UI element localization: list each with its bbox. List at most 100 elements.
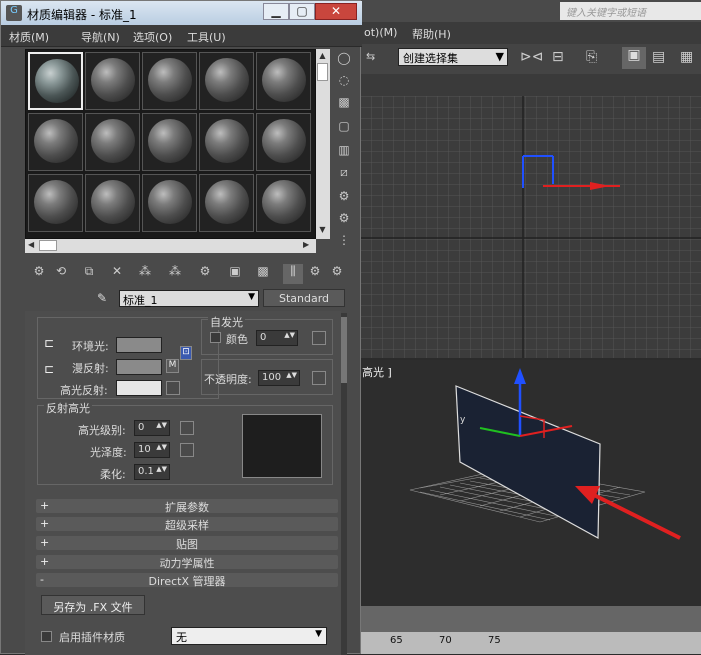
menu-utilities[interactable]: 工具(U) [187, 29, 226, 45]
select-by-material-icon[interactable]: ⚙ [334, 211, 354, 231]
specular-color-swatch[interactable] [116, 380, 162, 396]
assign-to-selection-icon[interactable]: ⧉ [79, 264, 99, 284]
save-fx-button[interactable]: 另存为 .FX 文件 [41, 595, 145, 615]
sample-slot[interactable] [256, 113, 311, 171]
self-illum-spinner[interactable]: 0 ▲▼ [256, 330, 298, 346]
video-color-check-icon[interactable]: ▥ [334, 143, 354, 163]
rollout-directx-manager[interactable]: - DirectX 管理器 [36, 573, 338, 588]
go-forward-sibling-icon[interactable]: ⚙ [327, 264, 347, 284]
sample-type-icon[interactable]: ◯ [334, 51, 354, 71]
params-scrollbar[interactable] [341, 313, 347, 655]
sample-slot[interactable] [142, 174, 197, 232]
material-editor-icon[interactable]: ▣ [622, 47, 646, 69]
sample-slot[interactable] [256, 52, 311, 110]
material-editor-titlebar[interactable]: G 材质编辑器 - 标准_1 ▁ ▢ ✕ [1, 1, 362, 25]
slots-horizontal-scrollbar[interactable]: ◀ ▶ [25, 239, 316, 253]
sample-slot[interactable] [142, 113, 197, 171]
backlight-icon[interactable]: ◌ [334, 73, 354, 93]
background-icon[interactable]: ▩ [334, 95, 354, 115]
menu-options[interactable]: 选项(O) [133, 29, 172, 45]
material-id-icon[interactable]: ▣ [225, 264, 245, 284]
scroll-up-icon[interactable]: ▲ [317, 51, 328, 61]
align-icon[interactable]: ⊟ [552, 49, 564, 65]
diffuse-color-swatch[interactable] [116, 359, 162, 375]
menu-help[interactable]: 帮助(H) [412, 26, 451, 42]
sample-slot[interactable] [85, 52, 140, 110]
scroll-thumb[interactable] [39, 240, 57, 251]
soften-spinner[interactable]: 0.1 ▲▼ [134, 464, 170, 480]
color-checkbox[interactable] [210, 332, 221, 343]
plugin-dropdown[interactable]: 无 ▼ [171, 627, 327, 645]
show-end-result-icon[interactable]: ⫼ [283, 264, 303, 284]
sample-slot[interactable] [199, 52, 254, 110]
search-input[interactable]: 键入关键字或短语 [560, 2, 701, 20]
minimize-button[interactable]: ▁ [263, 3, 289, 20]
rollout-extended-parameters[interactable]: + 扩展参数 [36, 499, 338, 514]
material-navigator-icon[interactable]: ⋮ [334, 233, 354, 253]
spinner-arrows-icon[interactable]: ▲▼ [156, 421, 167, 429]
options-icon[interactable]: ⚙ [334, 189, 354, 209]
viewport-perspective[interactable]: 高光 ] y [360, 360, 701, 606]
timeline[interactable]: 65 70 75 [360, 606, 701, 654]
get-material-icon[interactable]: ⚙ [29, 264, 49, 284]
sample-slot[interactable] [85, 174, 140, 232]
copy-material-icon[interactable]: ⁂ [135, 264, 155, 284]
material-name-field[interactable]: 标准_1 ▼ [119, 290, 259, 307]
glossiness-map-button[interactable] [180, 443, 194, 457]
scroll-left-icon[interactable]: ◀ [28, 240, 34, 249]
make-unique-icon[interactable]: ⁂ [165, 264, 185, 284]
self-illum-map-button[interactable] [312, 331, 326, 345]
layer-icon[interactable]: ⎘ [586, 49, 597, 65]
render-setup-icon[interactable]: ▤ [652, 49, 665, 65]
slots-vertical-scrollbar[interactable]: ▲ ▼ [316, 49, 330, 239]
put-to-scene-icon[interactable]: ⟲ [51, 264, 71, 284]
uv-tiling-icon[interactable]: ▢ [334, 119, 354, 139]
sample-slot[interactable] [85, 113, 140, 171]
rollout-dynamics[interactable]: + 动力学属性 [36, 555, 338, 570]
selection-set-dropdown[interactable]: 创建选择集 ▼ [398, 48, 508, 66]
viewport-top[interactable] [360, 96, 701, 358]
go-to-parent-icon[interactable]: ⚙ [305, 264, 325, 284]
spinner-arrows-icon[interactable]: ▲▼ [156, 465, 167, 473]
scroll-thumb[interactable] [317, 63, 328, 81]
menu-material[interactable]: 材质(M) [9, 29, 49, 45]
lock-icon[interactable]: ⊡ [180, 346, 192, 360]
scroll-down-icon[interactable]: ▼ [317, 225, 328, 235]
sample-slot[interactable] [199, 113, 254, 171]
plugin-checkbox[interactable] [41, 631, 52, 642]
diffuse-map-button[interactable]: M [166, 359, 179, 373]
sample-slot[interactable] [199, 174, 254, 232]
opacity-map-button[interactable] [312, 371, 326, 385]
spinner-arrows-icon[interactable]: ▲▼ [286, 371, 297, 379]
specular-level-spinner[interactable]: 0 ▲▼ [134, 420, 170, 436]
material-type-button[interactable]: Standard [263, 289, 345, 307]
sample-slot-active[interactable] [28, 52, 83, 110]
sample-slot[interactable] [28, 113, 83, 171]
rollout-supersampling[interactable]: + 超级采样 [36, 517, 338, 532]
pick-from-object-icon[interactable]: ✎ [97, 291, 107, 305]
render-frame-icon[interactable]: ▦ [680, 49, 693, 65]
glossiness-spinner[interactable]: 10 ▲▼ [134, 442, 170, 458]
ambient-color-swatch[interactable] [116, 337, 162, 353]
lock-bracket-icon[interactable]: ⊏ [44, 336, 54, 350]
put-to-library-icon[interactable]: ⚙ [195, 264, 215, 284]
sample-slot[interactable] [142, 52, 197, 110]
spinner-arrows-icon[interactable]: ▲▼ [284, 331, 295, 339]
mirror-icon[interactable]: ⊳⊲ [520, 49, 543, 65]
sample-slot[interactable] [28, 174, 83, 232]
menu-partial[interactable]: ot)(M) [364, 26, 397, 39]
scroll-thumb[interactable] [341, 317, 347, 383]
opacity-spinner[interactable]: 100 ▲▼ [258, 370, 300, 386]
close-button[interactable]: ✕ [315, 3, 357, 20]
make-preview-icon[interactable]: ⧄ [334, 165, 354, 185]
time-ruler[interactable]: 65 70 75 [360, 632, 701, 654]
snap-icon[interactable]: ⇆ [366, 50, 375, 63]
lock-bracket-icon[interactable]: ⊏ [44, 362, 54, 376]
scroll-right-icon[interactable]: ▶ [303, 240, 309, 249]
sample-slot[interactable] [256, 174, 311, 232]
specular-level-map-button[interactable] [180, 421, 194, 435]
maximize-button[interactable]: ▢ [289, 3, 315, 20]
menu-navigation[interactable]: 导航(N) [81, 29, 120, 45]
show-map-icon[interactable]: ▩ [253, 264, 273, 284]
specular-map-button[interactable] [166, 381, 180, 395]
